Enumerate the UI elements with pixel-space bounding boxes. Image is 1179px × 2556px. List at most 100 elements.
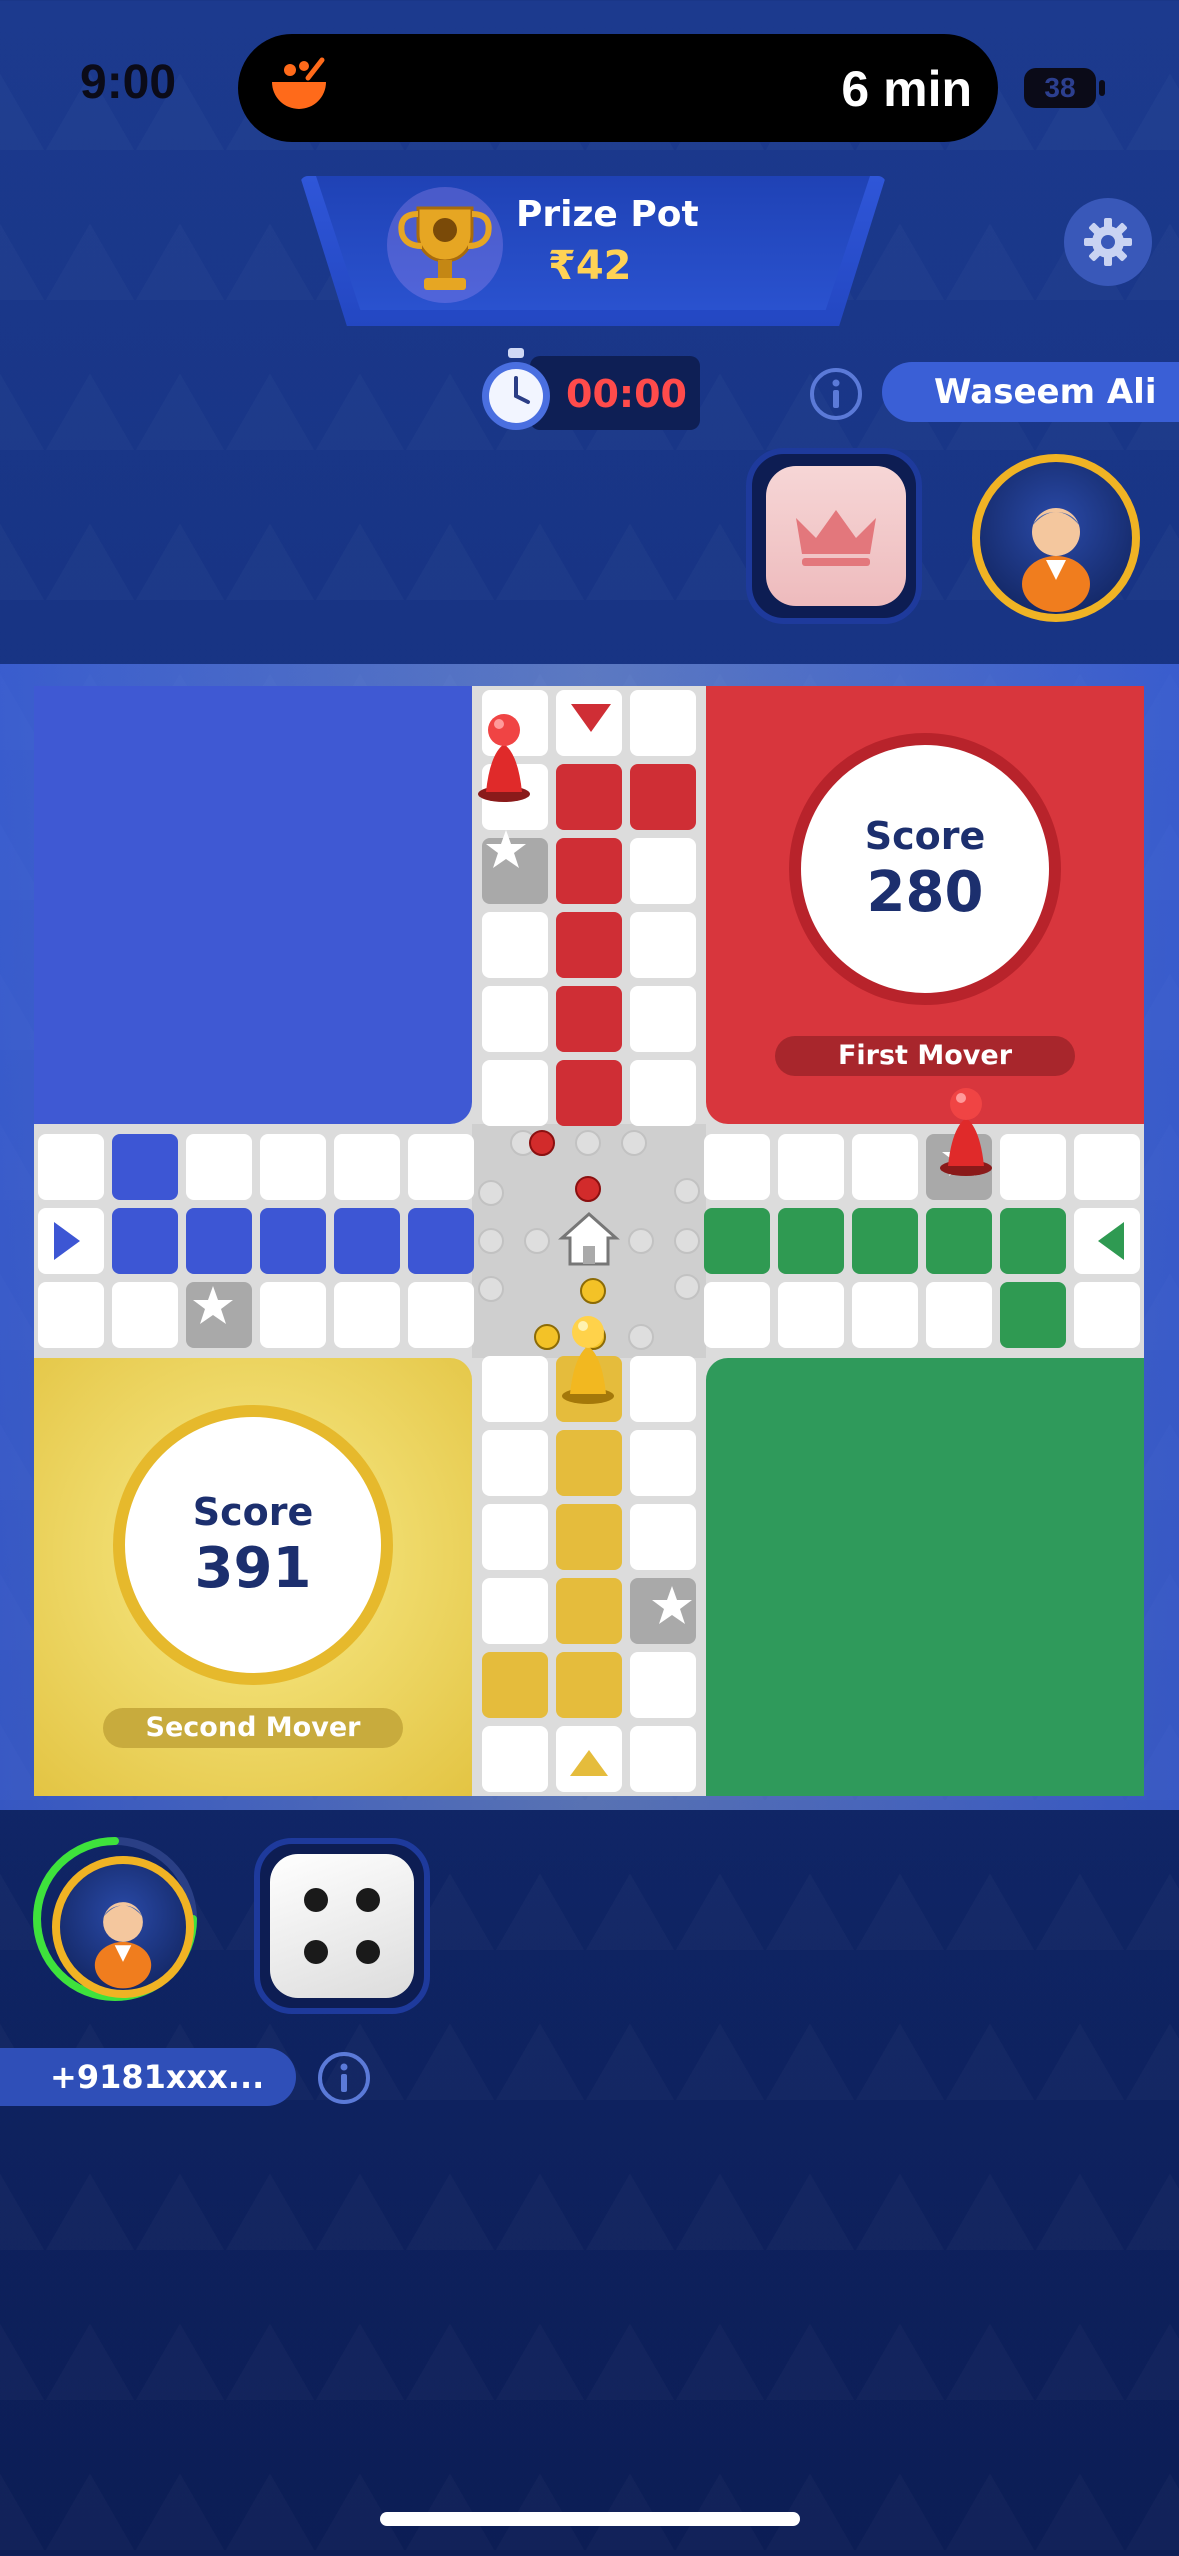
crown-icon — [796, 510, 876, 566]
board-cell — [852, 1282, 918, 1348]
board-cell — [556, 986, 622, 1052]
roll-dice-button[interactable] — [270, 1854, 414, 1998]
turn-timer-text: 00:00 — [566, 372, 687, 416]
blue-start-arrow-icon — [54, 1222, 80, 1260]
board-cell — [334, 1134, 400, 1200]
board-cell — [704, 1282, 770, 1348]
stopwatch-icon — [482, 348, 550, 430]
board-cell — [556, 838, 622, 904]
opponent-name: Waseem Ali — [882, 362, 1179, 422]
avatar-person-icon — [1022, 508, 1090, 612]
board-cell — [556, 1652, 622, 1718]
green-home — [706, 1358, 1144, 1796]
green-start-arrow-icon — [1098, 1222, 1124, 1260]
board-cell — [556, 1060, 622, 1126]
center-dot — [674, 1228, 700, 1254]
battery-level: 38 — [1024, 68, 1096, 108]
dynamic-island[interactable]: 6 min — [238, 34, 998, 142]
board-cell — [38, 1282, 104, 1348]
board-cell — [334, 1282, 400, 1348]
board-cell — [556, 912, 622, 978]
board-cell — [556, 1430, 622, 1496]
red-token-marker — [529, 1130, 555, 1156]
board-cell — [260, 1282, 326, 1348]
board-cell — [112, 1208, 178, 1274]
board-cell — [482, 1578, 548, 1644]
player-avatar[interactable] — [52, 1856, 194, 1998]
board-cell — [112, 1282, 178, 1348]
board-cell — [704, 1134, 770, 1200]
safe-star-icon — [193, 1286, 233, 1324]
board-cell — [482, 1652, 548, 1718]
red-start-arrow-icon — [571, 704, 611, 732]
board-cell — [630, 1060, 696, 1126]
yellow-pawn[interactable] — [558, 1306, 618, 1406]
opponent-avatar[interactable] — [972, 454, 1140, 622]
gear-icon — [1084, 218, 1132, 266]
activity-timer-text: 6 min — [841, 61, 972, 117]
home-indicator[interactable] — [380, 2512, 800, 2526]
board-cell — [926, 1208, 992, 1274]
board-cell — [630, 1726, 696, 1792]
board-cell — [186, 1134, 252, 1200]
yellow-token-marker — [534, 1324, 560, 1350]
center-dot — [478, 1276, 504, 1302]
center-dot — [575, 1130, 601, 1156]
prize-pot-value: ₹42 — [548, 243, 632, 289]
center-dot — [628, 1228, 654, 1254]
board-cell — [482, 1060, 548, 1126]
safe-star-icon — [486, 830, 526, 868]
settings-button[interactable] — [1064, 198, 1152, 286]
status-time: 9:00 — [80, 56, 177, 109]
red-score-label: Score — [864, 813, 986, 858]
board-cell — [556, 1578, 622, 1644]
player-info-icon[interactable] — [316, 2050, 372, 2106]
dice-pip — [304, 1940, 328, 1964]
board-cell — [926, 1282, 992, 1348]
board-cell — [482, 1726, 548, 1792]
board-cell — [1000, 1134, 1066, 1200]
board-cell — [778, 1208, 844, 1274]
opponent-info-icon[interactable] — [808, 366, 864, 422]
home-icon — [558, 1211, 620, 1266]
board-cell — [408, 1208, 474, 1274]
blue-home — [34, 686, 472, 1124]
board-cell — [482, 986, 548, 1052]
board-cell — [260, 1134, 326, 1200]
trophy-icon — [387, 187, 503, 303]
board-cell — [1074, 1134, 1140, 1200]
ludo-board: Score 280 First Mover Score 391 Second M… — [34, 686, 1144, 1796]
board-cell — [630, 912, 696, 978]
board-cell — [260, 1208, 326, 1274]
board-cell — [334, 1208, 400, 1274]
red-score-value: 280 — [866, 859, 984, 925]
yellow-score-label: Score — [192, 1489, 314, 1534]
board-cell — [482, 1430, 548, 1496]
center-dot — [621, 1130, 647, 1156]
board-cell — [556, 1504, 622, 1570]
safe-star-icon — [652, 1586, 692, 1624]
board-cell — [630, 1652, 696, 1718]
red-pawn[interactable] — [936, 1078, 996, 1178]
board-cell — [704, 1208, 770, 1274]
board-cell — [630, 764, 696, 830]
dice-pip — [356, 1940, 380, 1964]
board-cell — [482, 1356, 548, 1422]
yellow-score-circle: Score 391 — [113, 1405, 393, 1685]
yellow-start-arrow-icon — [570, 1750, 608, 1776]
board-cell — [630, 986, 696, 1052]
board-cell — [38, 1134, 104, 1200]
red-role-badge: First Mover — [775, 1036, 1075, 1076]
board-cell — [630, 690, 696, 756]
board-cell — [408, 1134, 474, 1200]
battery-tip — [1099, 80, 1105, 96]
yellow-token-marker — [580, 1278, 606, 1304]
dice-pip — [356, 1888, 380, 1912]
red-token-marker — [575, 1176, 601, 1202]
board-cell — [630, 1430, 696, 1496]
board-cell — [852, 1208, 918, 1274]
red-pawn[interactable] — [474, 704, 534, 804]
center-dot — [674, 1178, 700, 1204]
board-cell — [408, 1282, 474, 1348]
avatar-person-icon — [94, 1902, 152, 1989]
